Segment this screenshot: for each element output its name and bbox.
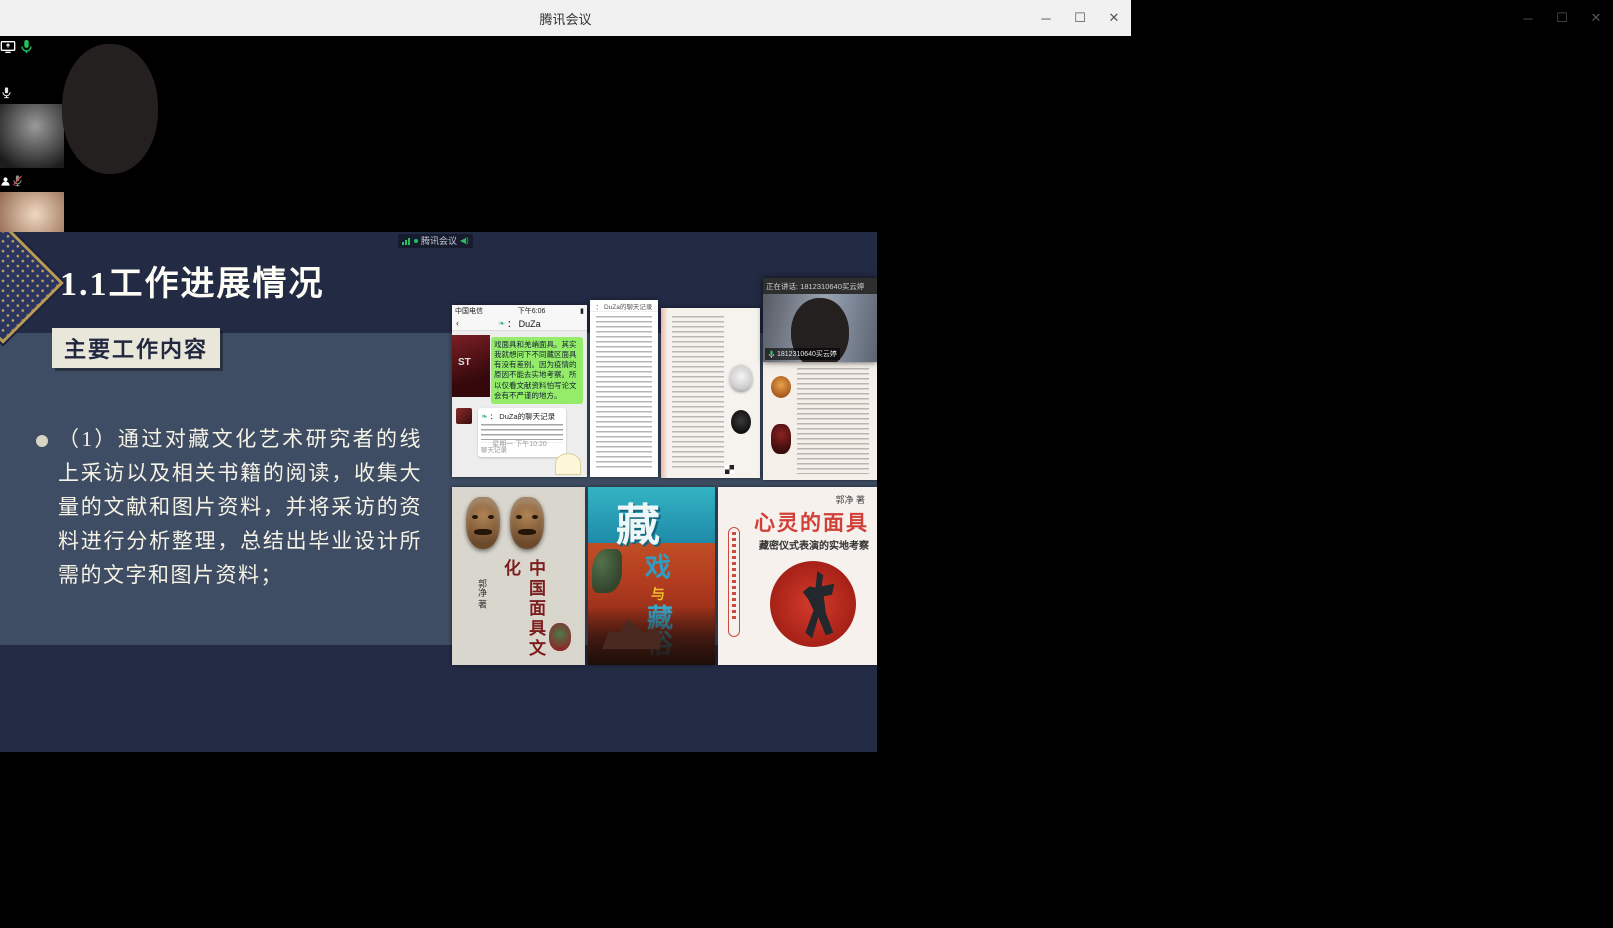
book-cover-1: 中国面具文化 郭净 著	[452, 487, 585, 665]
book-page-screenshot	[661, 308, 760, 478]
minimize-icon[interactable]: ─	[1037, 9, 1055, 27]
wechat-contact-icon: ❧	[498, 319, 505, 328]
chat-sticker	[555, 453, 581, 475]
maximize-icon[interactable]: ☐	[1071, 9, 1089, 27]
close-icon[interactable]: ✕	[1105, 9, 1123, 27]
meeting-stage: 1.1工作进展情况 腾讯会议 ◀) 主要工作内容 （1）通过对藏文化艺术研究者的…	[0, 36, 1131, 928]
black-mask-photo	[731, 410, 751, 434]
slide-title: 1.1工作进展情况	[60, 256, 325, 305]
pip-video: 1812310640买云婷	[763, 294, 877, 362]
share-status-text: 1812310640买云婷的屏幕共享	[38, 42, 255, 59]
collapse-strip-handle[interactable]: ❯	[0, 60, 1131, 80]
flower-decor	[592, 549, 622, 593]
share-status-bar: 1812310640买云婷的屏幕共享	[0, 36, 1131, 60]
book-cover-2: 藏 戏 与 藏俗	[588, 487, 715, 665]
tile-name-label: 郑鸿飞	[0, 168, 1131, 192]
screen-share-icon	[0, 39, 16, 55]
book3-title: 心灵的面具	[754, 507, 869, 537]
tile-name: 郑鸿飞	[24, 174, 72, 191]
screen-share-view: 1.1工作进展情况 腾讯会议 ◀) 主要工作内容 （1）通过对藏文化艺术研究者的…	[0, 232, 877, 752]
palace-photo	[588, 607, 715, 665]
close-icon[interactable]: ✕	[1587, 9, 1605, 27]
tile-name-label: 1812310640买云婷	[0, 80, 1131, 104]
host-badge-icon	[0, 174, 11, 191]
mic-on-icon	[768, 350, 775, 359]
wechat-screenshot: 中国电信 下午6:06 ▮ ‹ ❧ ： DuZa ST 戏面具和羌峭面具。其实我…	[452, 305, 587, 477]
bullet-dot	[36, 435, 48, 447]
minimize-icon[interactable]: ─	[1519, 9, 1537, 27]
speaker-icon: ◀)	[460, 237, 469, 245]
book1-title: 中国面具文化	[498, 559, 548, 665]
status-dot-icon	[414, 239, 418, 243]
chat-photo-message: ST	[452, 335, 490, 397]
video-tile[interactable]: 郑鸿飞	[0, 104, 1131, 192]
book3-subtitle: 藏密仪式表演的实地考察	[759, 537, 869, 552]
mic-muted-icon	[11, 174, 24, 191]
slide-tag-box: 主要工作内容	[52, 328, 220, 368]
signal-bars-icon	[402, 232, 411, 250]
red-mask-photo	[771, 424, 791, 454]
book1-author: 郭净 著	[476, 579, 489, 609]
video-tile[interactable]: 1812310640买云婷	[0, 80, 1131, 104]
carrier-label: 中国电信	[455, 306, 483, 316]
pip-meeting-window: 正在讲话: 1812310640买云婷 1812310640买云婷	[763, 278, 877, 362]
pip-speaking-banner: 正在讲话: 1812310640买云婷	[763, 278, 877, 294]
meeting-window: 腾讯会议 ─ ☐ ✕ 1.1工作进展情况 腾讯会议 ◀) 主要工作内容 （1）通…	[0, 0, 1131, 928]
meeting-overlay-badge: 腾讯会议 ◀)	[398, 234, 473, 248]
book2-big-char: 藏	[616, 489, 660, 553]
avatar	[0, 104, 64, 168]
maximize-icon[interactable]: ☐	[1553, 9, 1571, 27]
chat-timestamp: 星期一 下午10:20	[452, 439, 587, 449]
white-mask-photo	[730, 366, 752, 392]
chat-avatar	[456, 408, 472, 424]
battery-icon: ▮	[580, 307, 584, 315]
chat-bubble: 戏面具和羌峭面具。其实我就想问下不同藏区面具有没有差别。因为疫情的原因不能去实地…	[491, 337, 583, 404]
qr-code	[725, 465, 734, 474]
mic-on-icon	[20, 39, 33, 55]
book3-author: 郭净 著	[835, 493, 865, 506]
book-cover-3: 郭净 著 心灵的面具 藏密仪式表演的实地考察	[718, 487, 877, 665]
chat-record-screenshot: ： DuZa的聊天记录	[590, 300, 658, 477]
slide-bullet-text: （1）通过对藏文化艺术研究者的线上采访以及相关书籍的阅读，收集大量的文献和图片资…	[58, 422, 422, 592]
small-mask-photo	[549, 623, 571, 651]
clock-label: 下午6:06	[518, 306, 546, 316]
wooden-mask-left	[466, 497, 500, 549]
orange-mask-photo	[771, 376, 791, 398]
window-title: 腾讯会议	[539, 9, 591, 28]
journal-page-screenshot	[763, 362, 877, 480]
main-titlebar: 腾讯会议 ─ ☐ ✕	[0, 0, 1131, 36]
back-icon: ‹	[456, 318, 459, 328]
wooden-mask-right	[510, 497, 544, 549]
wechat-contact-name: ： DuZa	[507, 317, 541, 330]
mic-on-icon	[0, 86, 13, 103]
chat-record-card: ❧： DuZa的聊天记录 聊天记录	[478, 408, 566, 457]
